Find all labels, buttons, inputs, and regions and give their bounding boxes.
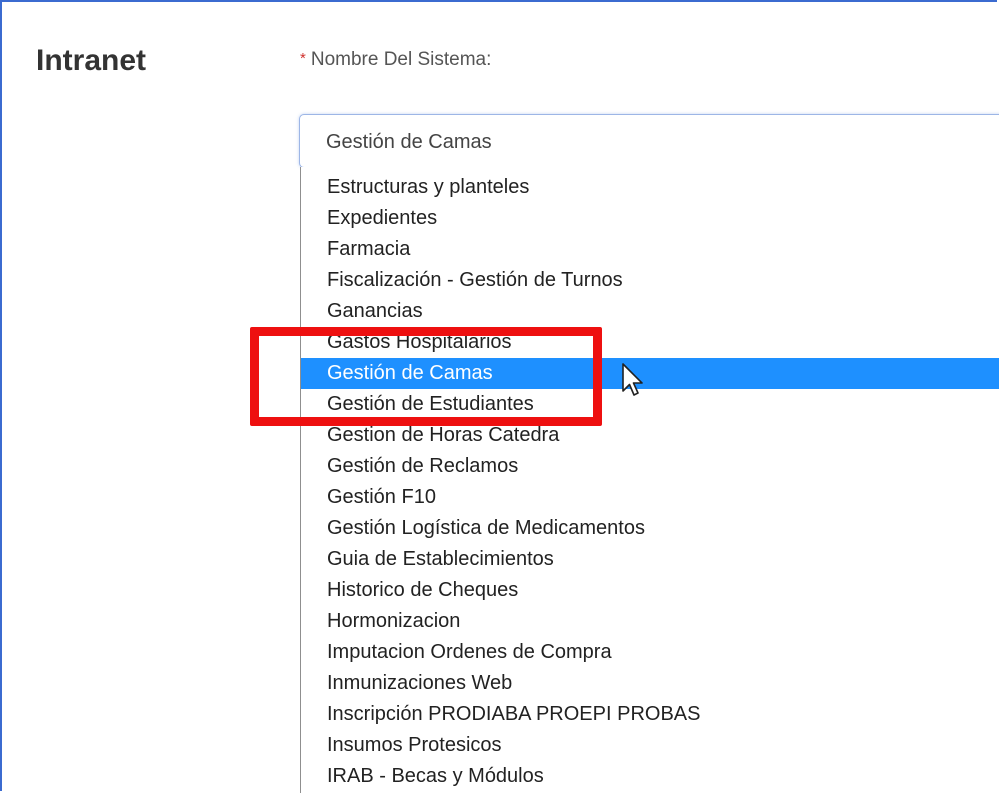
dropdown-option[interactable]: Gestión de Reclamos — [301, 451, 999, 482]
dropdown-option[interactable]: Ganancias — [301, 296, 999, 327]
mouse-pointer-icon — [622, 363, 643, 396]
system-name-select-value: Gestión de Camas — [326, 131, 492, 153]
system-name-dropdown-list[interactable]: Estructuras y planteles Expedientes Farmac… — [300, 167, 999, 793]
dropdown-option[interactable]: Hormonizacion — [301, 606, 999, 637]
dropdown-option[interactable]: Estructuras y planteles — [301, 172, 999, 203]
dropdown-option[interactable]: Gestión Logística de Medicamentos — [301, 513, 999, 544]
dropdown-option[interactable]: Insumos Protesicos — [301, 730, 999, 761]
page-title: Intranet — [36, 44, 147, 77]
dropdown-option[interactable]: Inmunizaciones Web — [301, 668, 999, 699]
dropdown-option[interactable]: IRAB - Becas y Módulos — [301, 761, 999, 792]
dropdown-option[interactable]: Imputacion Ordenes de Compra — [301, 637, 999, 668]
dropdown-options: Estructuras y planteles Expedientes Farmac… — [301, 172, 999, 792]
system-name-label: * Nombre Del Sistema: — [300, 49, 491, 71]
dropdown-option[interactable]: Expedientes — [301, 203, 999, 234]
dropdown-option[interactable]: Historico de Cheques — [301, 575, 999, 606]
annotation-highlight-box — [250, 327, 602, 426]
system-name-select[interactable]: Gestión de Camas — [299, 114, 999, 168]
dropdown-option[interactable]: Fiscalización - Gestión de Turnos — [301, 265, 999, 296]
dropdown-option[interactable]: Farmacia — [301, 234, 999, 265]
dropdown-option[interactable]: Guia de Establecimientos — [301, 544, 999, 575]
dropdown-option[interactable]: Gestión F10 — [301, 482, 999, 513]
system-name-label-text: Nombre Del Sistema: — [310, 49, 492, 70]
required-asterisk: * — [300, 50, 306, 67]
dropdown-option[interactable]: Inscripción PRODIABA PROEPI PROBAS — [301, 699, 999, 730]
